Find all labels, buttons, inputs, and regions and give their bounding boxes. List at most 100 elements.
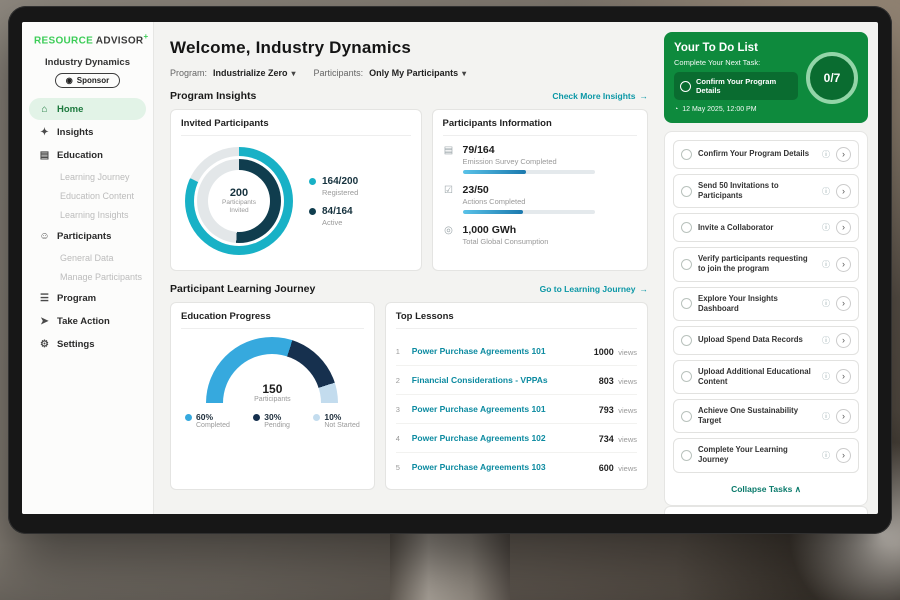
task-item-achieve-target[interactable]: Achieve One Sustainability Target ⓘ ›: [673, 399, 859, 433]
donut-legend: 164/200 Registered 84/164 Active: [309, 167, 358, 236]
chevron-right-icon[interactable]: ›: [836, 448, 851, 463]
app-logo: RESOURCE ADVISOR+: [22, 32, 153, 46]
go-to-learning-journey-link[interactable]: Go to Learning Journey →: [540, 284, 648, 294]
task-checkbox[interactable]: [681, 335, 692, 346]
sponsor-icon: ◉: [66, 76, 73, 85]
metric-label: Emission Survey Completed: [463, 157, 595, 166]
task-label: Verify participants requesting to join t…: [698, 254, 816, 274]
org-name: Industry Dynamics: [22, 57, 153, 68]
sidebar-item-education-content[interactable]: Education Content: [29, 186, 146, 205]
lesson-views: 803: [599, 376, 614, 386]
views-word: views: [618, 377, 637, 386]
sidebar-item-education[interactable]: ▤ Education: [29, 144, 146, 166]
collapse-tasks-link[interactable]: Collapse Tasks ∧: [673, 478, 859, 497]
chevron-right-icon[interactable]: ›: [836, 369, 851, 384]
progress-bar: [463, 170, 595, 174]
lesson-link[interactable]: Power Purchase Agreements 101: [412, 346, 587, 356]
legend-dot: [253, 414, 260, 421]
chevron-right-icon[interactable]: ›: [836, 333, 851, 348]
task-item-complete-learning-journey[interactable]: Complete Your Learning Journey ⓘ ›: [673, 438, 859, 472]
task-item-verify-participants[interactable]: Verify participants requesting to join t…: [673, 247, 859, 281]
insights-icon: ✦: [39, 127, 50, 138]
chevron-right-icon[interactable]: ›: [836, 409, 851, 424]
logo-plus-icon: +: [143, 32, 148, 41]
sidebar-item-participants[interactable]: ☺ Participants: [29, 225, 146, 247]
todo-card: Your To Do List Complete Your Next Task:…: [664, 32, 868, 123]
progress-bar: [463, 210, 595, 214]
task-item-explore-insights[interactable]: Explore Your Insights Dashboard ⓘ ›: [673, 287, 859, 321]
task-checkbox[interactable]: [681, 186, 692, 197]
task-checkbox[interactable]: [681, 411, 692, 422]
lesson-link[interactable]: Power Purchase Agreements 103: [412, 462, 592, 472]
task-checkbox[interactable]: [681, 298, 692, 309]
arrow-right-icon: →: [640, 91, 649, 101]
chevron-right-icon[interactable]: ›: [836, 257, 851, 272]
legend-registered: 164/200 Registered: [309, 176, 358, 197]
program-select[interactable]: Industrialize Zero ▾: [213, 68, 296, 78]
task-label: Complete Your Learning Journey: [698, 445, 816, 465]
todo-progress-circle: 0/7: [806, 52, 858, 104]
info-icon: ⓘ: [822, 335, 830, 346]
caret-down-icon: ▾: [292, 69, 296, 78]
task-item-send-invitations[interactable]: Send 50 Invitations to Participants ⓘ ›: [673, 174, 859, 208]
card-title: Participants Information: [443, 118, 638, 136]
nav-label: Take Action: [57, 316, 110, 327]
chevron-right-icon[interactable]: ›: [836, 184, 851, 199]
lesson-link[interactable]: Power Purchase Agreements 102: [412, 433, 592, 443]
task-checkbox[interactable]: [681, 222, 692, 233]
sidebar-item-program[interactable]: ☰ Program: [29, 287, 146, 309]
emission-survey-row: ▤ 79/164 Emission Survey Completed: [443, 144, 638, 174]
sidebar-item-manage-participants[interactable]: Manage Participants: [29, 267, 146, 286]
chevron-right-icon[interactable]: ›: [836, 296, 851, 311]
next-task-pill[interactable]: Confirm Your Program Details: [674, 72, 798, 100]
lesson-row: 3 Power Purchase Agreements 101 793 view…: [396, 395, 637, 424]
task-item-invite-collaborator[interactable]: Invite a Collaborator ⓘ ›: [673, 213, 859, 242]
lesson-rank: 5: [396, 463, 405, 472]
sidebar-item-take-action[interactable]: ➤ Take Action: [29, 310, 146, 332]
sidebar-item-insights[interactable]: ✦ Insights: [29, 121, 146, 143]
card-title: Invited Participants: [181, 118, 411, 136]
top-lessons-card: Top Lessons 1 Power Purchase Agreements …: [385, 302, 648, 490]
legend-value: 10%: [324, 412, 359, 422]
actions-completed-row: ☑ 23/50 Actions Completed: [443, 184, 638, 214]
chevron-right-icon[interactable]: ›: [836, 220, 851, 235]
task-checkbox[interactable]: [681, 450, 692, 461]
sidebar-item-home[interactable]: ⌂ Home: [29, 98, 146, 120]
task-item-confirm-program[interactable]: Confirm Your Program Details ⓘ ›: [673, 140, 859, 169]
legend-value: 60%: [196, 412, 230, 422]
legend-completed: 60% Completed: [185, 412, 230, 429]
settings-icon: ⚙: [39, 339, 50, 350]
participants-select[interactable]: Only My Participants ▾: [369, 68, 466, 78]
survey-icon: ▤: [443, 145, 455, 156]
task-checkbox[interactable]: [681, 371, 692, 382]
sidebar-item-general-data[interactable]: General Data: [29, 248, 146, 267]
check-more-insights-link[interactable]: Check More Insights →: [552, 91, 648, 101]
take-action-icon: ➤: [39, 316, 50, 327]
legend-label: Not Started: [324, 422, 359, 429]
nav-label: Program: [57, 293, 96, 304]
lesson-link[interactable]: Financial Considerations - VPPAs: [412, 375, 592, 385]
lesson-rank: 1: [396, 347, 405, 356]
sponsor-badge[interactable]: ◉ Sponsor: [55, 73, 120, 88]
program-insights-header: Program Insights Check More Insights →: [170, 90, 648, 102]
sidebar-item-settings[interactable]: ⚙ Settings: [29, 333, 146, 355]
lesson-row: 1 Power Purchase Agreements 101 1000 vie…: [396, 337, 637, 366]
lesson-link[interactable]: Power Purchase Agreements 101: [412, 404, 592, 414]
chevron-right-icon[interactable]: ›: [836, 147, 851, 162]
sidebar: RESOURCE ADVISOR+ Industry Dynamics ◉ Sp…: [22, 22, 154, 514]
participants-information-card: Participants Information ▤ 79/164 Emissi…: [432, 109, 649, 271]
task-item-upload-spend-data[interactable]: Upload Spend Data Records ⓘ ›: [673, 326, 859, 355]
gauge-center: 150 Participants: [206, 337, 338, 403]
caret-down-icon: ▾: [462, 69, 466, 78]
sidebar-item-learning-insights[interactable]: Learning Insights: [29, 205, 146, 224]
task-checkbox[interactable]: [681, 259, 692, 270]
task-checkbox[interactable]: [681, 149, 692, 160]
lesson-row: 5 Power Purchase Agreements 103 600 view…: [396, 453, 637, 481]
legend-active: 84/164 Active: [309, 206, 358, 227]
sidebar-item-learning-journey[interactable]: Learning Journey: [29, 167, 146, 186]
task-item-upload-educational-content[interactable]: Upload Additional Educational Content ⓘ …: [673, 360, 859, 394]
info-icon: ⓘ: [822, 259, 830, 270]
task-checkbox: [680, 81, 691, 92]
card-title: Top Lessons: [396, 311, 637, 329]
task-label: Achieve One Sustainability Target: [698, 406, 816, 426]
